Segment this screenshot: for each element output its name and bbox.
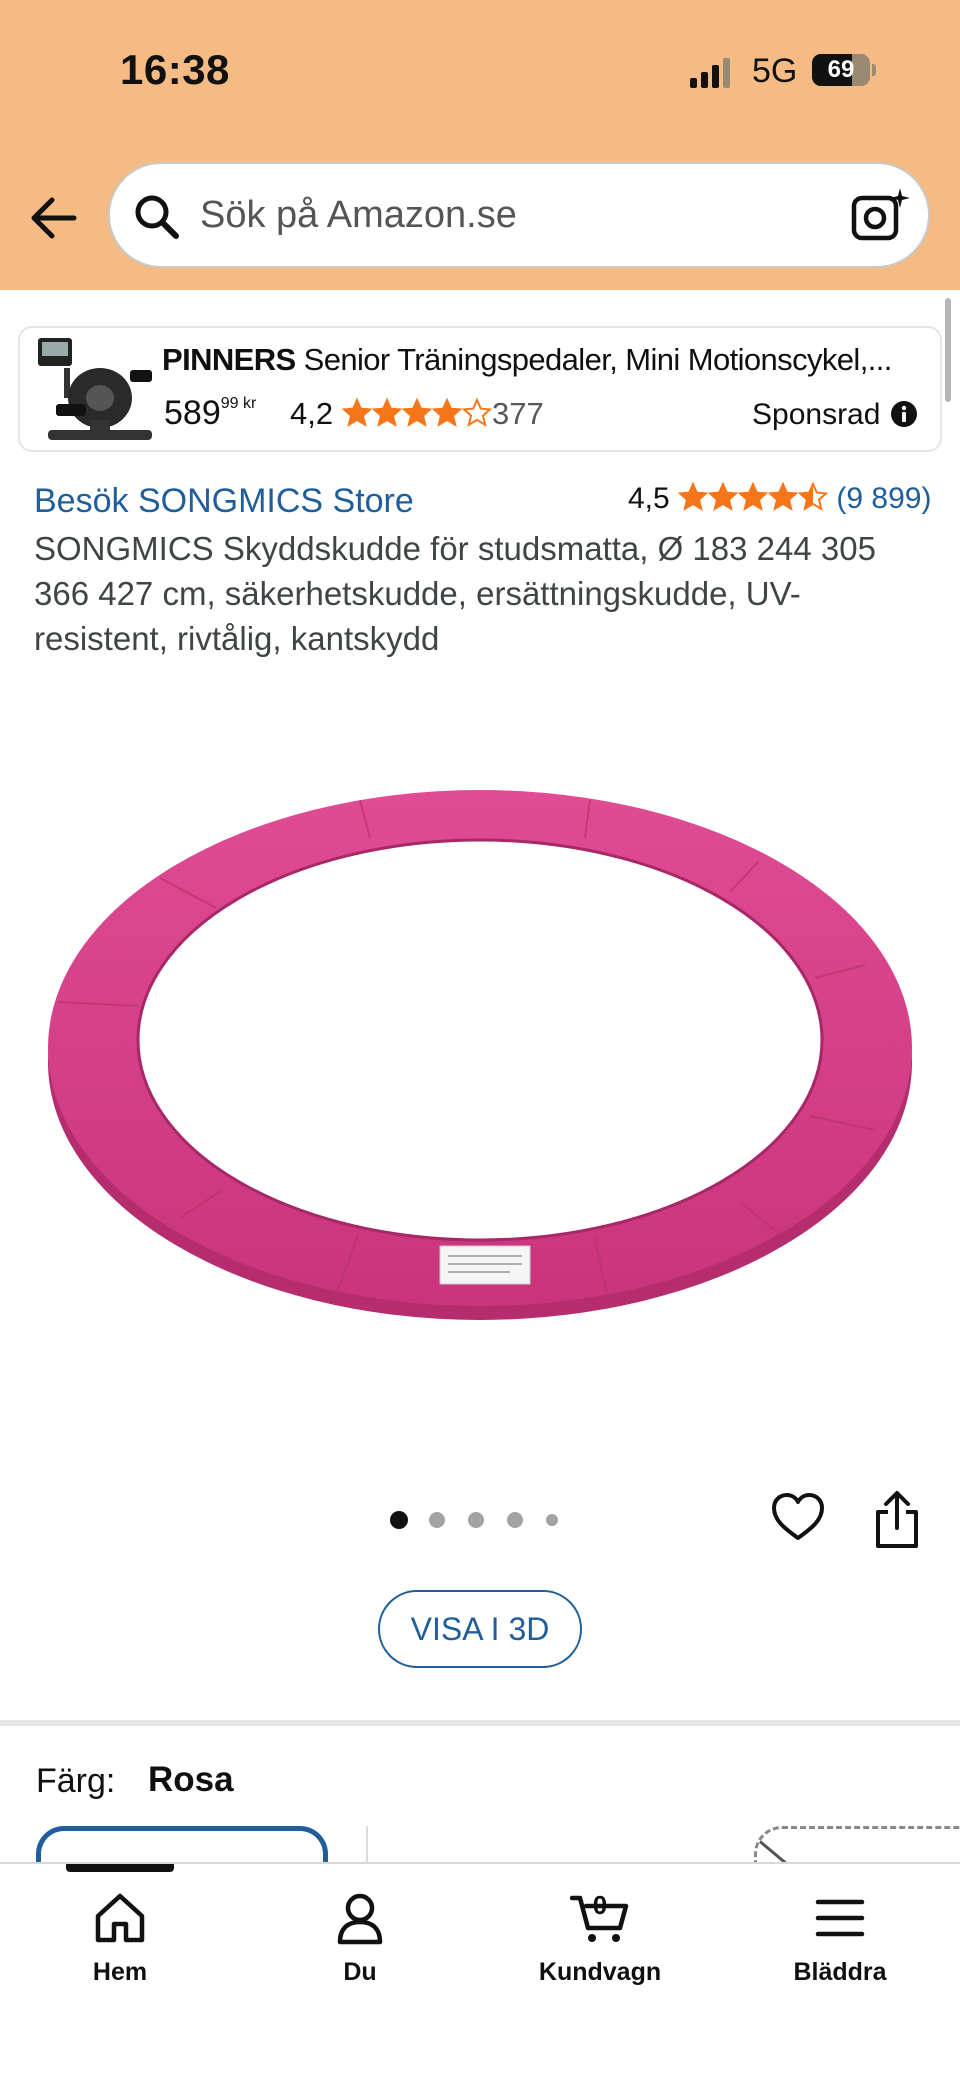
carousel-dot[interactable] [468,1512,484,1528]
nav-browse[interactable]: Bläddra [740,1888,940,1998]
ad-review-count: 377 [492,396,544,431]
search-bar[interactable]: Sök på Amazon.se [108,162,930,268]
active-tab-indicator [66,1864,174,1872]
product-image[interactable] [40,770,920,1330]
ad-title[interactable]: PINNERS Senior Träningspedaler, Mini Mot… [162,342,922,378]
ad-rating: 4,2 [290,396,492,432]
search-input[interactable]: Sök på Amazon.se [200,194,517,237]
star-icon [461,398,492,427]
nav-cart[interactable]: 0 Kundvagn [500,1888,700,1998]
sponsored-label: Sponsrad [752,398,881,431]
store-link[interactable]: Besök SONGMICS Store [34,482,414,521]
scrollbar[interactable] [945,298,951,402]
carousel-dot[interactable] [507,1512,523,1528]
info-icon[interactable] [890,400,918,428]
color-value: Rosa [148,1760,234,1799]
nav-home[interactable]: Hem [20,1888,220,1998]
search-icon [135,195,179,239]
home-icon [95,1893,145,1943]
ad-star-rating [341,398,492,427]
carousel-dot[interactable] [390,1511,408,1529]
star-icon [341,398,373,427]
ad-price-currency: kr [242,395,257,412]
ad-price: 58999 kr [164,394,256,433]
menu-icon [815,1899,865,1937]
star-icon [431,398,463,427]
star-icon [678,482,709,511]
network-type: 5G [752,52,798,90]
ad-product-image [38,338,152,440]
color-label: Färg: [36,1762,116,1800]
nav-browse-label: Bläddra [793,1958,887,1986]
nav-you-label: Du [343,1958,377,1986]
signal-strength-icon [690,58,730,88]
cart-count: 0 [592,1890,608,1920]
product-rating[interactable]: 4,5 (9 899) [628,482,931,516]
view-3d-button[interactable]: VISA I 3D [378,1590,582,1668]
sponsored-ad-card[interactable]: PINNERS Senior Träningspedaler, Mini Mot… [18,326,942,452]
product-review-count[interactable]: (9 899) [836,482,931,515]
bottom-navigation: Hem Du 0 Kundvagn Bläddra [0,1862,960,2081]
app-header: 16:38 5G 69 Sök på Amazon.se [0,0,960,290]
star-icon [707,482,739,511]
battery-icon: 69 [812,54,876,86]
carousel-dot[interactable] [546,1514,558,1526]
star-icon [371,398,403,427]
product-title: SONGMICS Skyddskudde för studsmatta, Ø 1… [34,530,876,657]
status-time: 16:38 [120,46,230,93]
star-icon [401,398,433,427]
ad-title-text: Senior Träningspedaler, Mini Motionscyke… [303,342,893,377]
ad-brand: PINNERS [162,342,296,377]
image-carousel-indicator[interactable] [390,1508,570,1532]
user-icon [337,1893,383,1945]
battery-level: 69 [827,56,855,83]
nav-cart-label: Kundvagn [538,1958,662,1986]
share-icon[interactable] [872,1490,922,1550]
nav-home-label: Hem [92,1958,148,1986]
star-icon [737,482,769,511]
back-arrow-icon[interactable] [28,190,80,246]
product-rating-value: 4,5 [628,482,670,515]
carousel-dot[interactable] [429,1512,445,1528]
ad-rating-value: 4,2 [290,396,334,431]
section-divider [0,1720,960,1726]
heart-icon[interactable] [770,1490,826,1546]
star-icon [797,482,829,511]
nav-you[interactable]: Du [260,1888,460,1998]
camera-search-icon[interactable] [850,186,910,246]
product-star-rating [678,482,829,511]
star-icon [767,482,799,511]
ad-price-fraction: 99 [220,395,239,412]
ad-price-main: 589 [164,394,221,432]
